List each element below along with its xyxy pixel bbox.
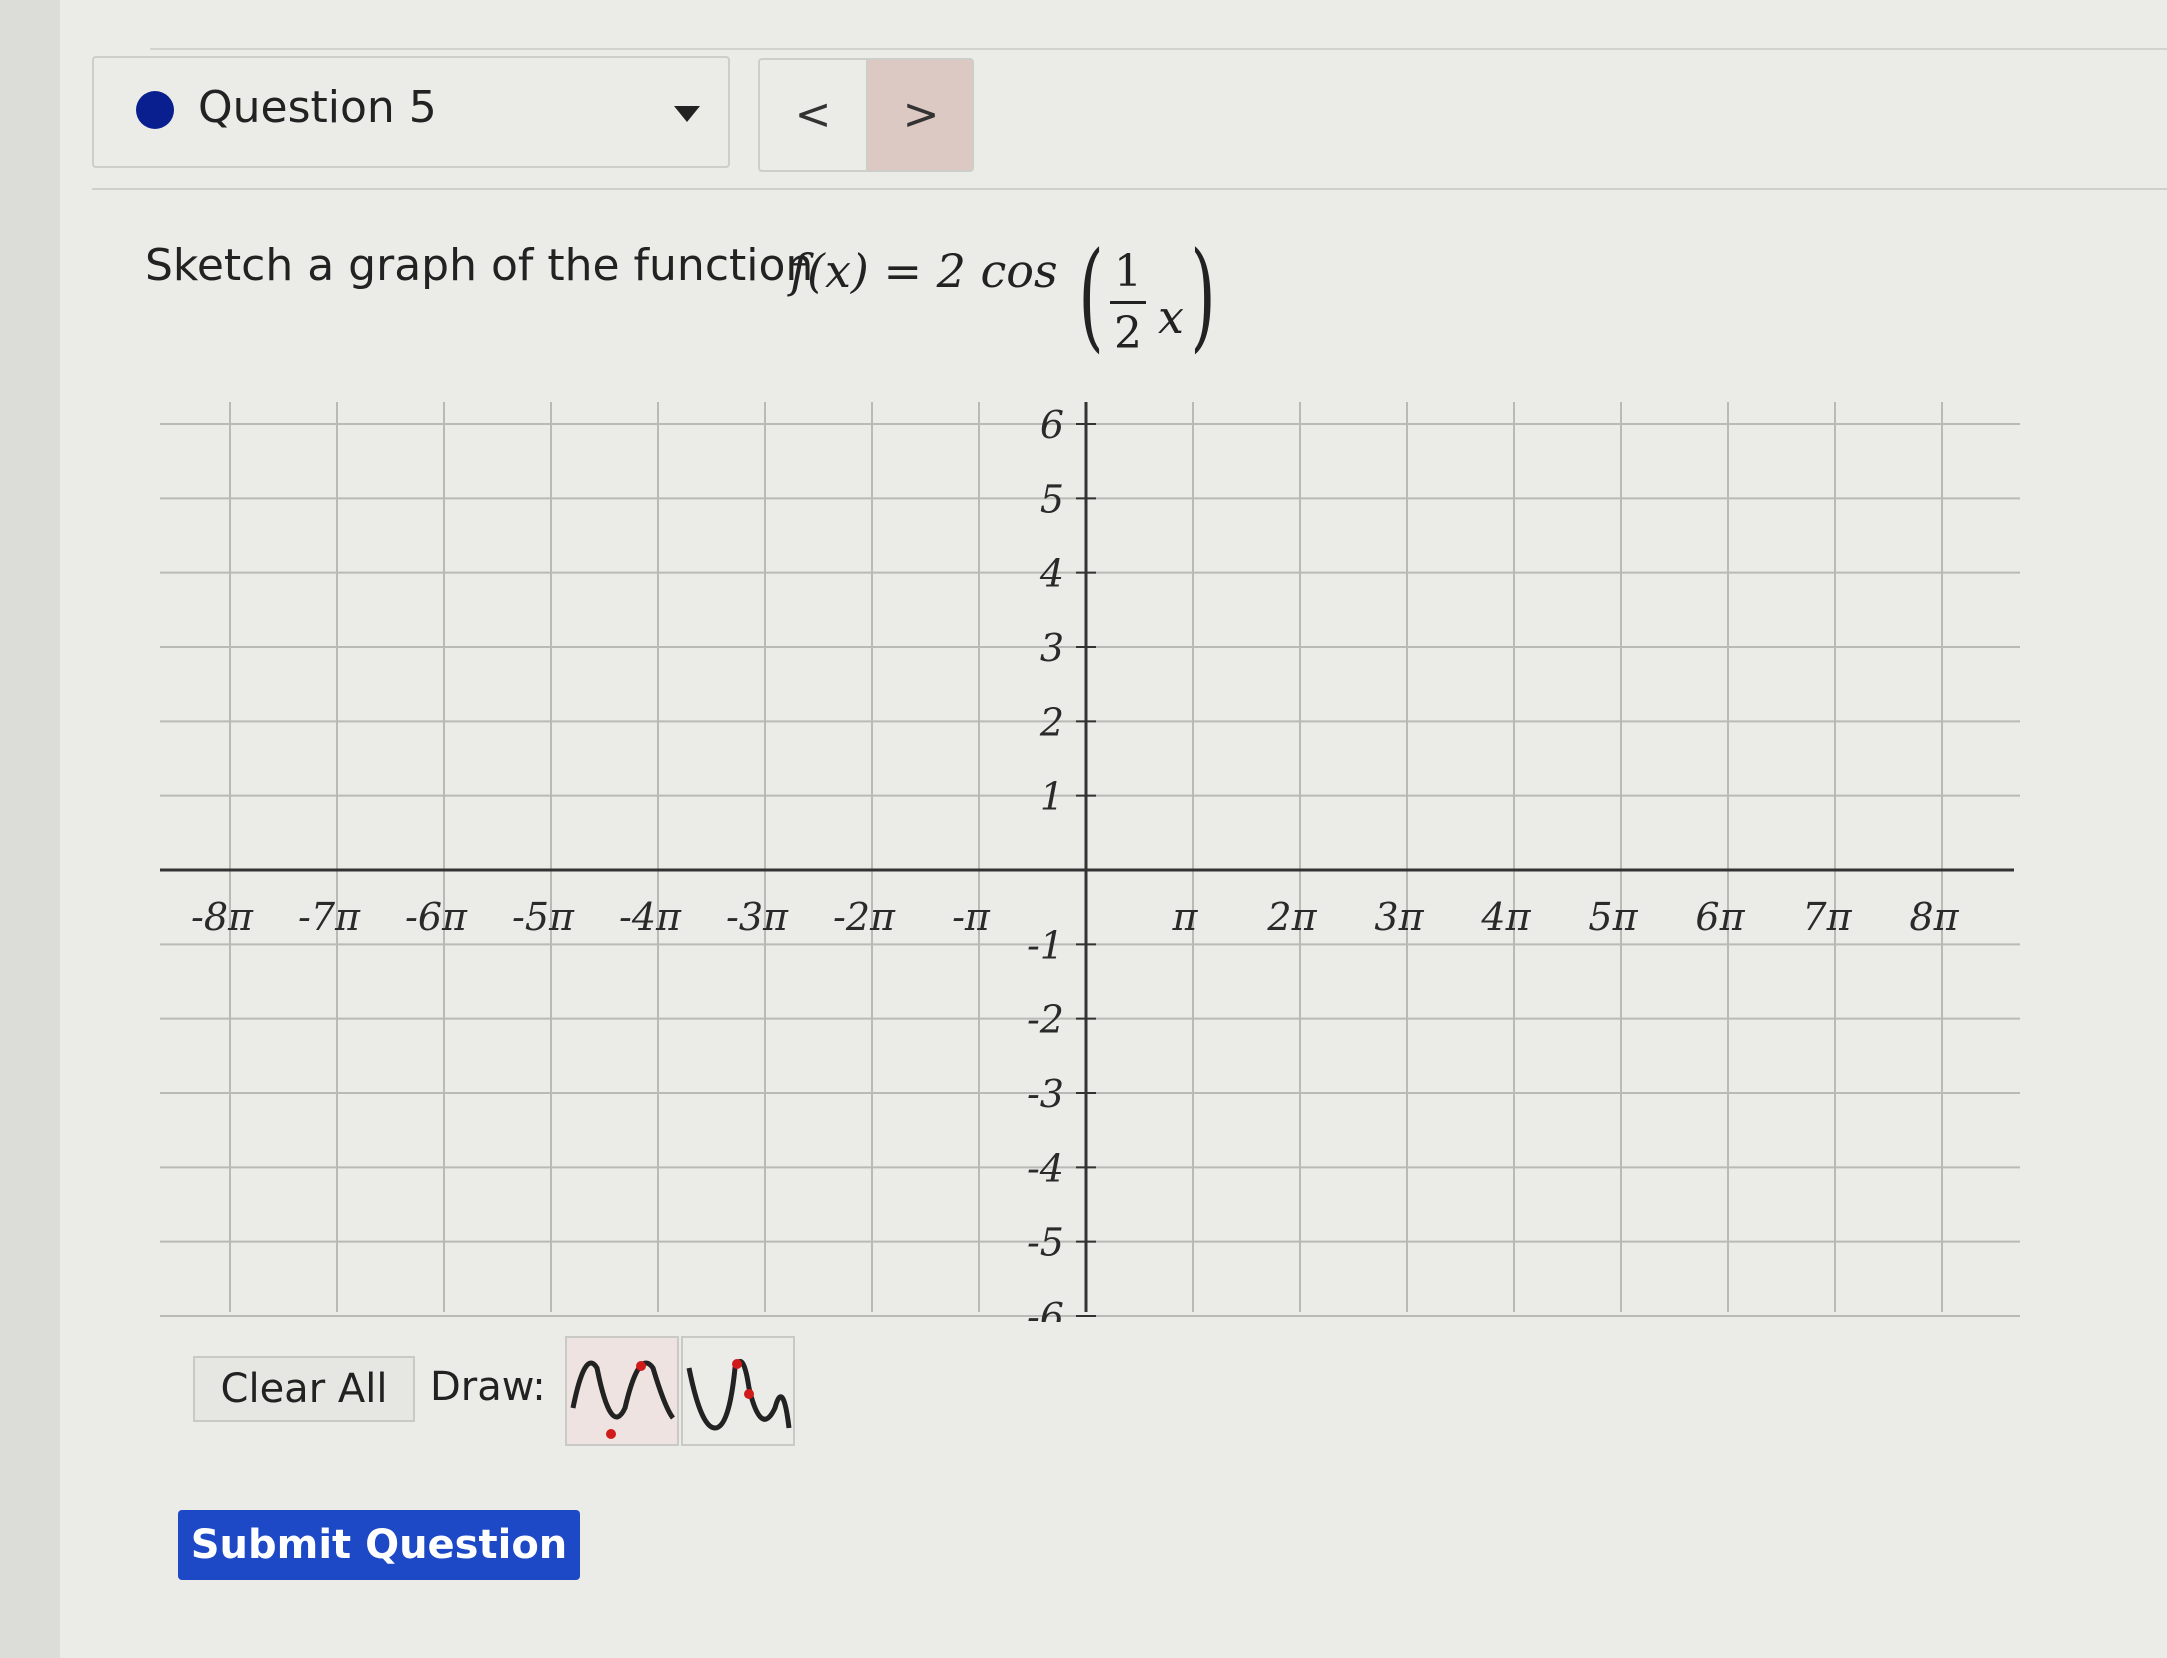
y-tick-label: 3	[1040, 626, 1064, 670]
function-formula: f(x) = 2 cos	[790, 244, 1058, 298]
top-divider	[150, 48, 2167, 50]
axes	[160, 402, 2014, 1317]
grid-lines	[160, 402, 2020, 1317]
x-tick-label: 6π	[1695, 895, 1745, 939]
clear-all-button[interactable]: Clear All	[193, 1356, 415, 1422]
left-paren: (	[1078, 226, 1104, 364]
y-tick-label: -4	[1027, 1146, 1064, 1190]
question-nav: < >	[758, 58, 974, 172]
status-dot	[136, 91, 174, 129]
x-tick-label: -7π	[298, 895, 361, 939]
draw-label: Draw:	[430, 1364, 546, 1410]
chevron-down-icon	[674, 106, 700, 122]
fraction-denominator: 2	[1114, 308, 1142, 359]
x-axis-labels: -8π -7π -6π -5π -4π -3π -2π -π π 2π 3π 4π 5π 6π 7π 8π	[191, 895, 1960, 939]
formula-fraction: 1 2	[1110, 246, 1146, 359]
x-tick-label: -3π	[726, 895, 789, 939]
formula-lhs: f(x) = 2 cos	[790, 244, 1058, 298]
sine-tool-button[interactable]	[565, 1336, 679, 1446]
fraction-bar	[1110, 301, 1146, 304]
y-tick-label: -3	[1027, 1072, 1064, 1116]
prev-question-button[interactable]: <	[760, 60, 868, 170]
x-tick-label: 8π	[1909, 895, 1959, 939]
y-tick-label: 6	[1040, 403, 1064, 447]
x-tick-label: -8π	[191, 895, 254, 939]
sine-wave-tool-icon	[570, 1360, 676, 1439]
cosine-wave-tool-icon	[686, 1358, 792, 1431]
header-divider	[92, 188, 2167, 190]
x-tick-label: 2π	[1266, 895, 1317, 939]
y-tick-label: 2	[1039, 700, 1064, 744]
x-tick-label: π	[1172, 895, 1199, 939]
x-tick-label: 5π	[1588, 895, 1638, 939]
x-tick-label: 4π	[1480, 895, 1531, 939]
y-axis-labels: 6 5 4 3 2 1 -1 -2 -3 -4 -5 -6	[1027, 403, 1064, 1322]
y-tick-label: -6	[1027, 1295, 1064, 1322]
y-tick-label: -2	[1027, 998, 1064, 1042]
question-prompt: Sketch a graph of the function	[145, 240, 814, 291]
y-tick-label: -1	[1027, 923, 1064, 967]
x-tick-label: -2π	[833, 895, 896, 939]
question-select[interactable]: Question 5	[92, 56, 730, 168]
fraction-numerator: 1	[1114, 246, 1142, 297]
x-tick-label: 3π	[1374, 895, 1424, 939]
x-tick-label: -π	[952, 895, 991, 939]
submit-question-button[interactable]: Submit Question	[178, 1510, 580, 1580]
y-tick-label: 4	[1039, 552, 1064, 596]
x-tick-label: -6π	[405, 895, 468, 939]
question-label: Question 5	[198, 82, 437, 133]
next-question-button[interactable]: >	[868, 60, 972, 170]
graph-canvas[interactable]: -8π -7π -6π -5π -4π -3π -2π -π π 2π 3π 4π 5π 6π 7π 8π 6…	[150, 392, 2030, 1322]
x-tick-label: -5π	[512, 895, 575, 939]
y-tick-label: 1	[1040, 775, 1064, 819]
x-tick-label: -4π	[619, 895, 682, 939]
right-paren: )	[1190, 226, 1216, 364]
y-tick-label: 5	[1040, 477, 1064, 521]
cosine-tool-button[interactable]	[681, 1336, 795, 1446]
y-tick-label: -5	[1027, 1221, 1064, 1265]
formula-variable: x	[1158, 290, 1184, 344]
x-tick-label: 7π	[1802, 895, 1852, 939]
